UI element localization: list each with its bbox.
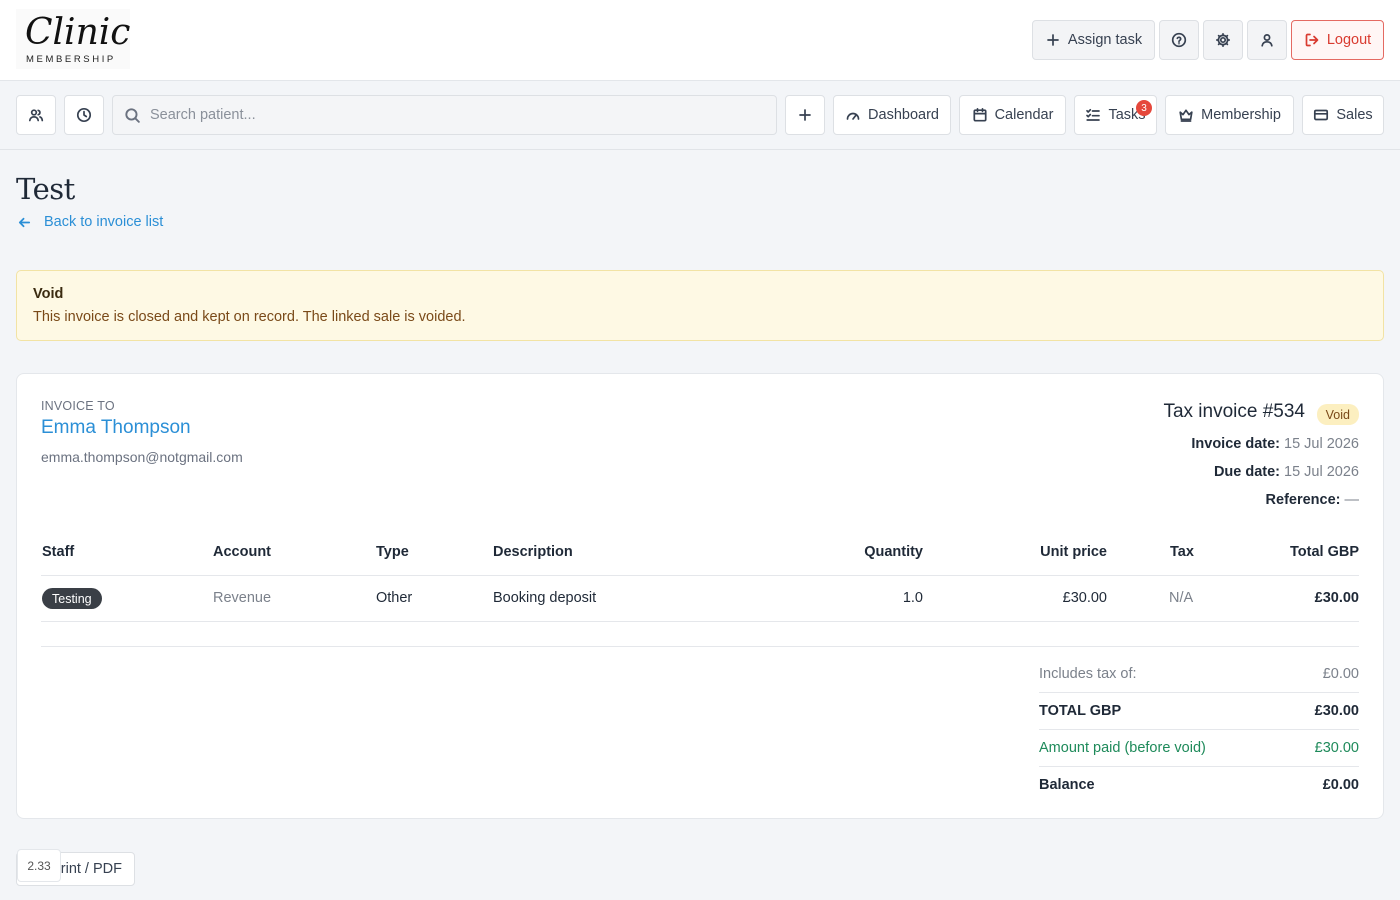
invoice-card: INVOICE TO Emma Thompson emma.thompson@n… [16, 373, 1384, 819]
search-box [112, 95, 777, 135]
col-header-total: Total GBP [1289, 544, 1359, 560]
nav-calendar[interactable]: Calendar [959, 95, 1066, 135]
page-title: Test [16, 172, 75, 206]
cell-quantity: 1.0 [902, 590, 923, 606]
includes-tax-value: £0.00 [1322, 665, 1359, 682]
cell-type: Other [376, 590, 413, 606]
col-header-description: Description [493, 544, 573, 560]
total-gbp-label: TOTAL GBP [1039, 702, 1122, 719]
col-header-account: Account [213, 544, 271, 560]
reference-value: — [1344, 492, 1360, 508]
alert-title: Void [33, 286, 64, 302]
col-header-staff: Staff [42, 544, 75, 560]
back-to-invoice-list-link[interactable]: Back to invoice list [17, 214, 163, 230]
users-icon [28, 109, 44, 122]
sales-label: Sales [1336, 107, 1373, 123]
plus-icon [1047, 34, 1059, 46]
logo-subtitle: MEMBERSHIP [26, 54, 116, 65]
cell-account: Revenue [213, 590, 272, 606]
membership-label: Membership [1201, 107, 1281, 123]
nav-sales[interactable]: Sales [1302, 95, 1384, 135]
col-header-quantity: Quantity [864, 544, 923, 560]
amount-paid-value: £30.00 [1314, 739, 1359, 756]
version-badge: 2.33 [17, 849, 61, 882]
balance-label: Balance [1039, 776, 1095, 793]
clinic-logo[interactable]: Clinic MEMBERSHIP [16, 9, 130, 69]
void-alert: Void This invoice is closed and kept on … [16, 270, 1384, 341]
client-name-link[interactable]: Emma Thompson [41, 417, 191, 439]
alert-text: This invoice is closed and kept on recor… [33, 309, 466, 325]
help-button[interactable] [1159, 20, 1199, 60]
reference-label: Reference: [1265, 492, 1341, 508]
table-header-divider [41, 575, 1359, 576]
credit-card-icon [1314, 109, 1329, 121]
back-link-label: Back to invoice list [44, 214, 164, 230]
list-checks-icon [1086, 108, 1101, 121]
invoice-date-value: 15 Jul 2026 [1284, 436, 1359, 452]
dashboard-label: Dashboard [868, 107, 939, 123]
balance-value: £0.00 [1322, 776, 1359, 793]
totals-divider [41, 646, 1359, 647]
profile-button[interactable] [1247, 20, 1287, 60]
plus-icon [799, 109, 811, 121]
calendar-label: Calendar [994, 107, 1054, 123]
cell-unit-price: £30.00 [1062, 590, 1107, 606]
staff-pill: Testing [42, 588, 102, 609]
balance-row: Balance £0.00 [1039, 766, 1359, 803]
invoice-date-row: Invoice date: 15 Jul 2026 [1191, 436, 1359, 452]
print-pdf-label: Print / PDF [51, 861, 122, 877]
due-date-value: 15 Jul 2026 [1284, 464, 1359, 480]
search-icon [125, 107, 140, 123]
cell-total: £30.00 [1314, 590, 1359, 606]
due-date-row: Due date: 15 Jul 2026 [1214, 464, 1359, 480]
total-gbp-row: TOTAL GBP £30.00 [1039, 692, 1359, 729]
calendar-icon [973, 107, 987, 122]
total-gbp-value: £30.00 [1314, 702, 1359, 719]
nav-bar: Dashboard Calendar Tasks 3 Membership Sa… [0, 81, 1400, 150]
crown-icon [1179, 109, 1193, 122]
clock-icon [76, 107, 92, 123]
amount-paid-label: Amount paid (before void) [1039, 739, 1206, 756]
includes-tax-label: Includes tax of: [1039, 665, 1137, 682]
col-header-type: Type [376, 544, 409, 560]
logout-icon [1305, 33, 1319, 47]
nav-dashboard[interactable]: Dashboard [833, 95, 951, 135]
amount-paid-row: Amount paid (before void) £30.00 [1039, 729, 1359, 766]
top-bar: Clinic MEMBERSHIP Assign task Logout [0, 0, 1400, 81]
nav-membership[interactable]: Membership [1165, 95, 1294, 135]
arrow-left-icon [18, 217, 31, 227]
history-button[interactable] [64, 95, 104, 135]
gear-icon [1215, 32, 1231, 48]
status-badge: Void [1316, 404, 1359, 425]
settings-button[interactable] [1203, 20, 1243, 60]
reference-row: Reference: — [1266, 492, 1359, 508]
col-header-tax: Tax [1170, 544, 1194, 560]
gauge-icon [846, 112, 860, 120]
col-header-unit-price: Unit price [1040, 544, 1107, 560]
search-patient-input[interactable] [150, 107, 750, 123]
nav-tasks[interactable]: Tasks 3 [1074, 95, 1157, 135]
user-icon [1261, 34, 1273, 47]
due-date-label: Due date: [1213, 464, 1281, 480]
table-row-divider [41, 621, 1359, 622]
add-button[interactable] [785, 95, 825, 135]
help-circle-icon [1171, 32, 1187, 48]
invoice-to-label: INVOICE TO [41, 399, 115, 413]
client-email: emma.thompson@notgmail.com [41, 449, 243, 465]
patients-button[interactable] [16, 95, 56, 135]
assign-task-button[interactable]: Assign task [1032, 20, 1155, 60]
invoice-date-label: Invoice date: [1191, 436, 1281, 452]
invoice-title: Tax invoice #534 [1163, 401, 1305, 422]
assign-task-label: Assign task [1067, 32, 1143, 48]
includes-tax-row: Includes tax of: £0.00 [1039, 655, 1359, 692]
cell-tax: N/A [1169, 590, 1194, 606]
tasks-count-badge: 3 [1136, 100, 1152, 116]
logout-button[interactable]: Logout [1291, 20, 1384, 60]
cell-description: Booking deposit [493, 590, 597, 606]
logo-script-text: Clinic [25, 12, 131, 53]
logout-label: Logout [1326, 32, 1372, 48]
